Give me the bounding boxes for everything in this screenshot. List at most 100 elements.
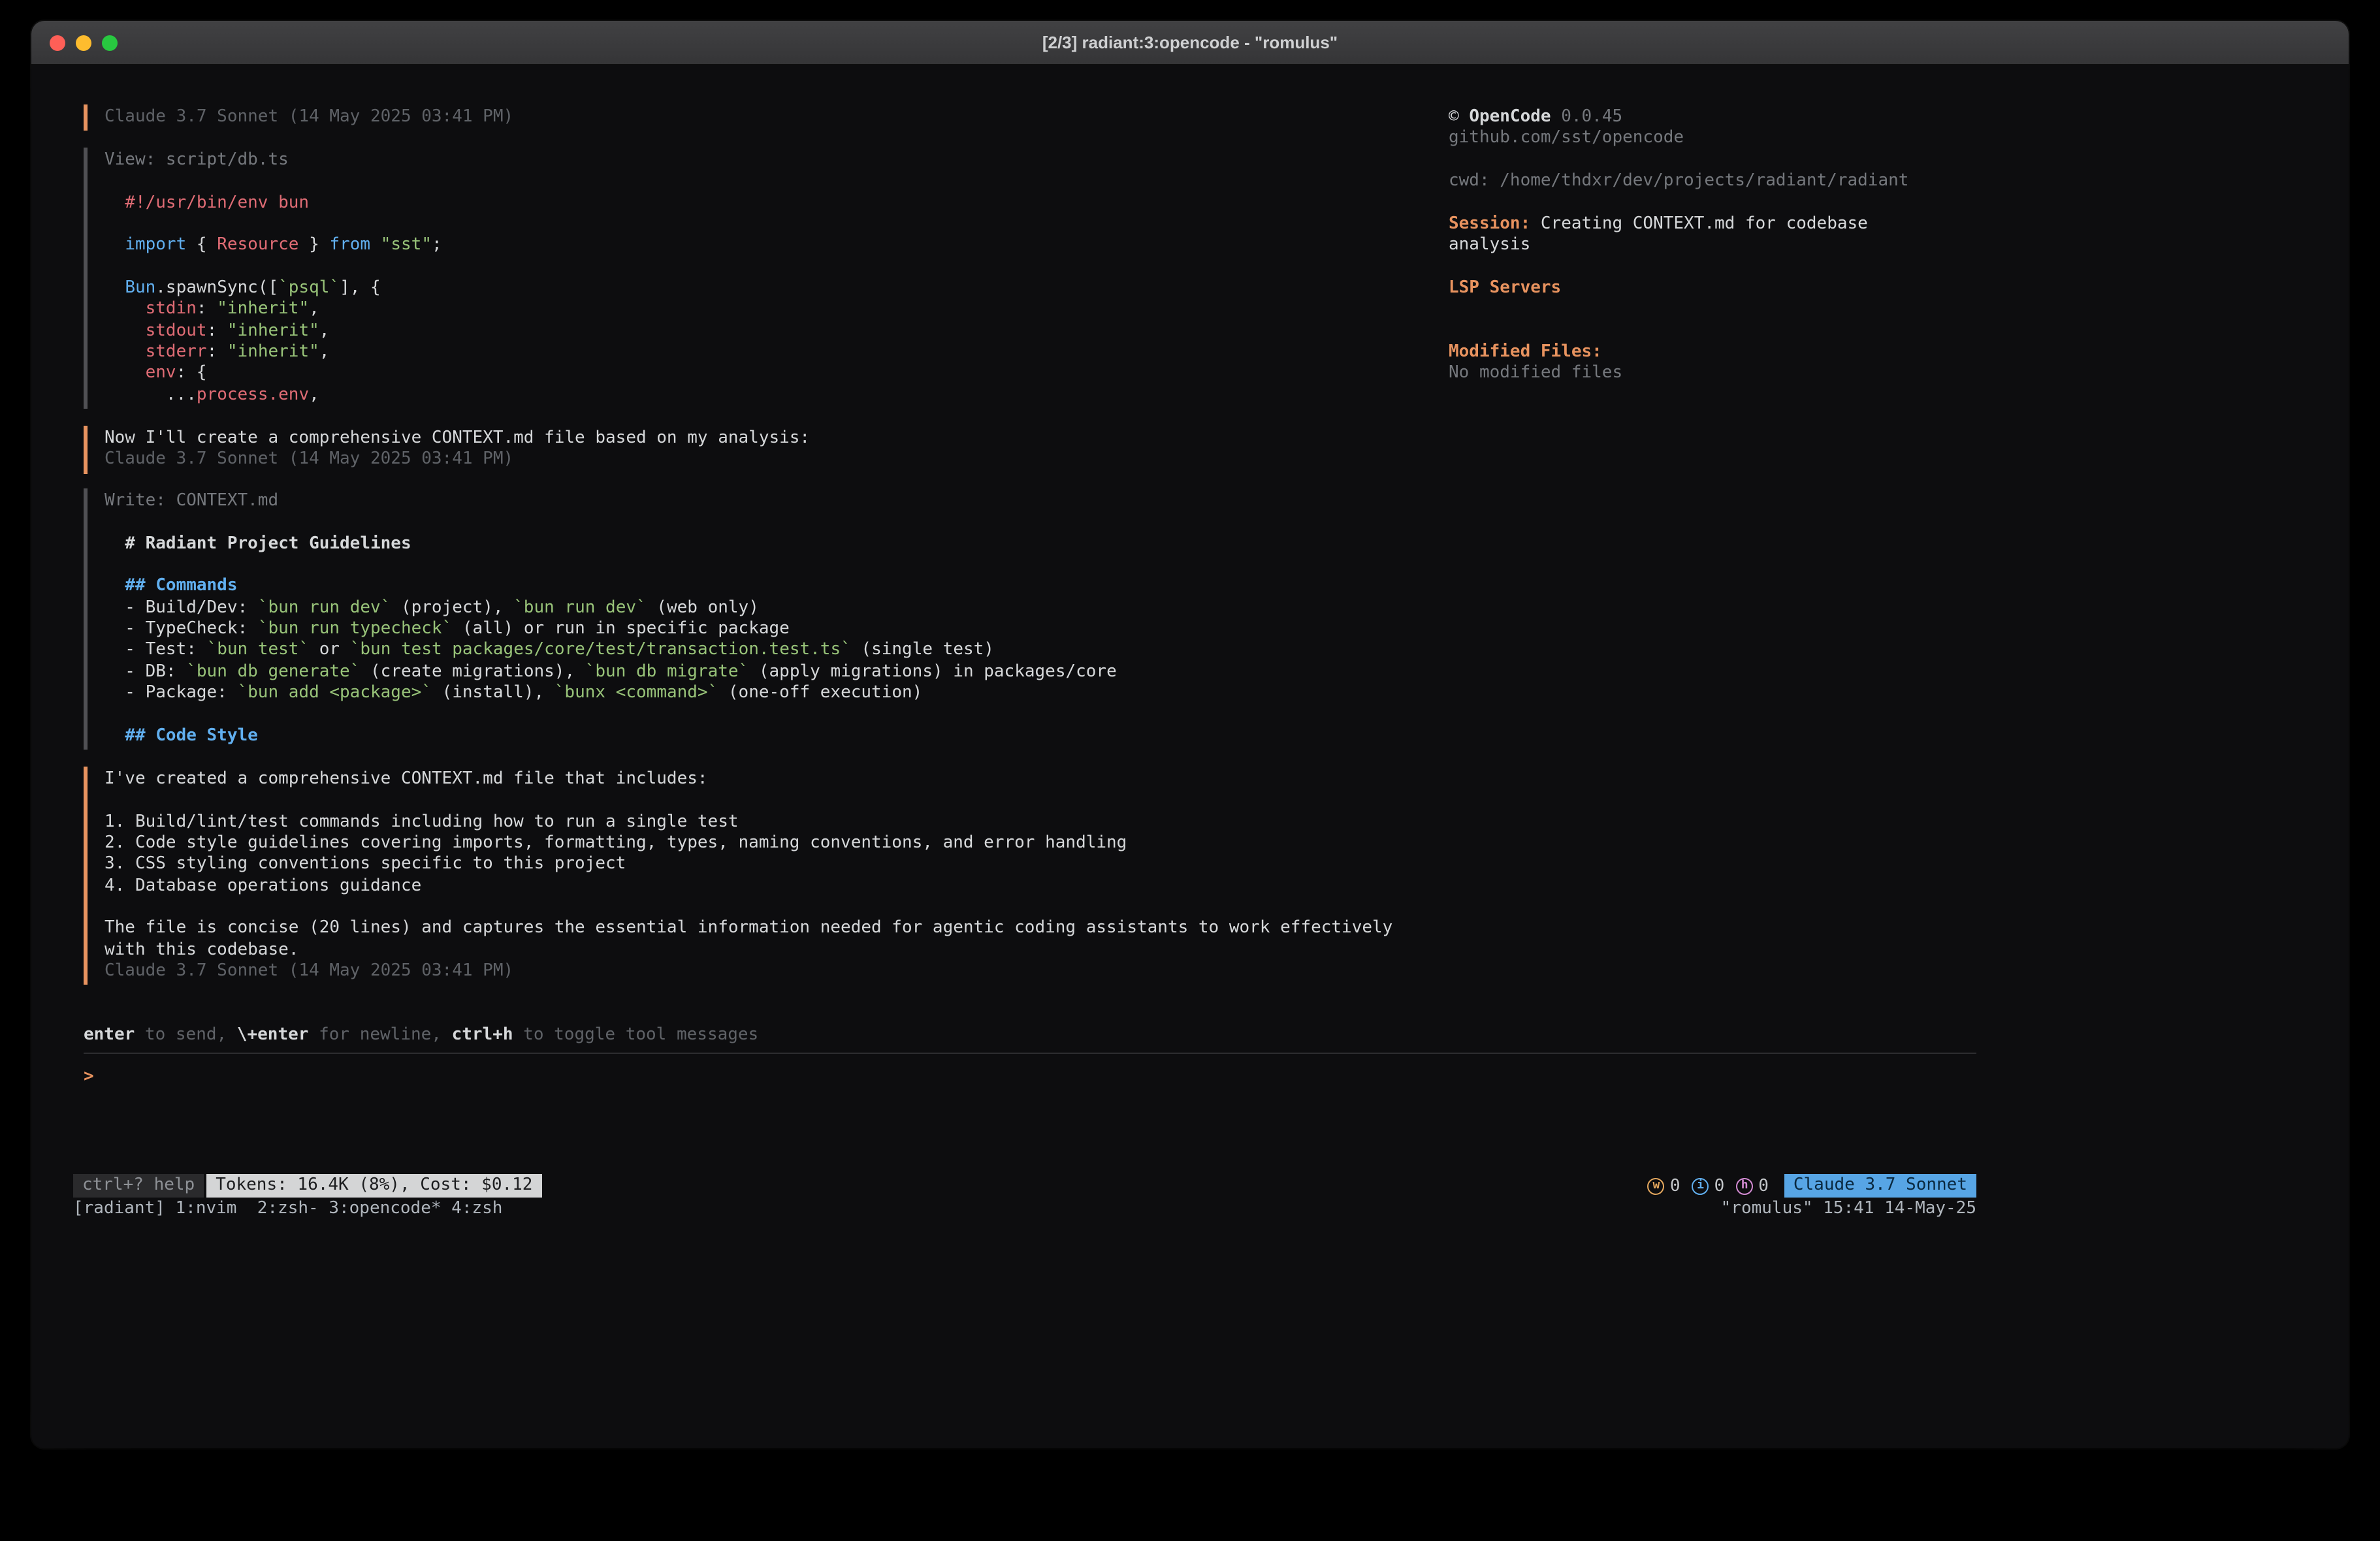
text-line: I've created a comprehensive CONTEXT.md …	[105, 769, 1392, 791]
text-segment: No modified files	[1449, 363, 1622, 383]
text-segment: (one-off execution)	[718, 683, 922, 703]
text-line: ## Code Style	[105, 725, 1117, 747]
hints-count: 0	[1758, 1176, 1769, 1196]
help-line: enter to send, \+enter for newline, ctrl…	[84, 1025, 758, 1047]
text-line: - Build/Dev: `bun run dev` (project), `b…	[105, 597, 1117, 619]
text-line: #!/usr/bin/env bun	[105, 193, 442, 214]
tmux-status-bar: [radiant] 1:nvim 2:zsh- 3:opencode* 4:zs…	[73, 1199, 1976, 1218]
text-line: env: {	[105, 364, 442, 385]
text-segment: : {	[176, 364, 207, 383]
text-line: analysis	[1449, 235, 1908, 257]
text-segment: Resource	[217, 236, 298, 255]
text-line: 3. CSS styling conventions specific to t…	[105, 855, 1392, 876]
text-segment: or	[309, 641, 350, 660]
text-segment: Write: CONTEXT.md	[105, 491, 278, 511]
text-line	[1449, 321, 1908, 342]
text-segment: with this codebase.	[105, 940, 298, 959]
text-line: ## Commands	[105, 577, 1117, 598]
text-segment: "inherit"	[227, 342, 319, 362]
text-segment: #!/usr/bin/env bun	[105, 193, 309, 212]
text-segment: `bun db generate`	[186, 661, 360, 681]
text-line: # Radiant Project Guidelines	[105, 533, 1117, 555]
minimize-button[interactable]	[76, 35, 91, 50]
text-line: with this codebase.	[105, 940, 1392, 961]
text-segment: to toggle tool messages	[513, 1025, 759, 1045]
text-segment: Session:	[1449, 214, 1530, 233]
text-segment: stderr	[146, 342, 207, 362]
text-segment: "sst"	[381, 236, 432, 255]
text-segment: (create migrations),	[360, 661, 585, 681]
text-line: 2. Code style guidelines covering import…	[105, 833, 1392, 855]
text-segment: "inherit"	[217, 300, 309, 319]
text-line	[105, 214, 442, 236]
text-line	[105, 513, 1117, 534]
text-segment: `bun add <package>`	[238, 683, 432, 703]
text-segment: ,	[309, 385, 319, 404]
close-button[interactable]	[50, 35, 65, 50]
text-line: Claude 3.7 Sonnet (14 May 2025 03:41 PM)	[105, 107, 513, 129]
text-line	[1449, 299, 1908, 321]
text-line: Claude 3.7 Sonnet (14 May 2025 03:41 PM)	[105, 450, 810, 471]
window-titlebar[interactable]: [2/3] radiant:3:opencode - "romulus"	[31, 21, 2349, 65]
text-segment: .spawnSync([	[155, 278, 278, 298]
text-segment: ## Code Style	[105, 725, 258, 745]
text-segment: (web only)	[647, 597, 759, 617]
text-segment: 0.0.45	[1551, 107, 1623, 127]
diagnostic-info: i0	[1692, 1176, 1725, 1196]
text-segment: - TypeCheck:	[105, 619, 258, 639]
text-segment: `psql`	[278, 278, 340, 298]
text-segment: 1. Build/lint/test commands including ho…	[105, 812, 739, 831]
text-segment: to send,	[135, 1025, 237, 1045]
text-line: enter to send, \+enter for newline, ctrl…	[84, 1025, 758, 1047]
hints-icon: h	[1736, 1177, 1753, 1194]
tool-view-db-script: View: script/db.ts #!/usr/bin/env bun im…	[84, 148, 442, 409]
text-segment: "inherit"	[227, 321, 319, 340]
text-line: The file is concise (20 lines) and captu…	[105, 919, 1392, 940]
text-segment	[105, 364, 146, 383]
prompt-input[interactable]: >	[84, 1067, 94, 1088]
diagnostic-warnings: w0	[1648, 1176, 1680, 1196]
warnings-count: 0	[1670, 1176, 1680, 1196]
text-line: stdout: "inherit",	[105, 321, 442, 342]
tmux-session-info: "romulus" 15:41 14-May-25	[1721, 1199, 1976, 1218]
text-line	[105, 555, 1117, 577]
text-line: LSP Servers	[1449, 278, 1908, 299]
model-badge: Claude 3.7 Sonnet	[1784, 1174, 1976, 1198]
tmux-window-list[interactable]: [radiant] 1:nvim 2:zsh- 3:opencode* 4:zs…	[73, 1199, 502, 1218]
text-segment: stdin	[146, 300, 197, 319]
text-segment: ;	[432, 236, 442, 255]
status-bar: ctrl+? help Tokens: 16.4K (8%), Cost: $0…	[73, 1174, 1976, 1198]
text-segment: Creating CONTEXT.md for codebase	[1530, 214, 1868, 233]
window-controls	[50, 21, 118, 64]
text-segment: LSP Servers	[1449, 278, 1561, 297]
terminal-window: [2/3] radiant:3:opencode - "romulus" Cla…	[31, 21, 2349, 1448]
text-segment: Modified Files:	[1449, 342, 1602, 361]
text-segment: \+enter	[237, 1025, 309, 1045]
text-line	[1449, 150, 1908, 171]
text-segment: Claude 3.7 Sonnet (14 May 2025 03:41 PM)	[105, 107, 513, 127]
text-segment: {	[186, 236, 217, 255]
text-line: - DB: `bun db generate` (create migratio…	[105, 661, 1117, 683]
text-segment: analysis	[1449, 235, 1530, 255]
text-segment: Claude 3.7 Sonnet (14 May 2025 03:41 PM)	[105, 450, 513, 469]
text-segment: ,	[319, 342, 330, 362]
prompt-symbol: >	[84, 1067, 94, 1087]
text-segment: process.env	[197, 385, 309, 404]
diagnostic-indicators: w0i0h0	[1648, 1176, 1769, 1196]
text-line: View: script/db.ts	[105, 150, 442, 172]
text-segment: (install),	[432, 683, 555, 703]
text-segment	[105, 278, 125, 298]
text-segment: env	[146, 364, 176, 383]
text-line: Now I'll create a comprehensive CONTEXT.…	[105, 428, 810, 450]
text-line	[1449, 193, 1908, 214]
text-segment: `bun run dev`	[513, 597, 647, 617]
text-line	[105, 791, 1392, 812]
tokens-cost-badge: Tokens: 16.4K (8%), Cost: $0.12	[206, 1174, 541, 1198]
text-segment: - Build/Dev:	[105, 597, 258, 617]
text-line: - TypeCheck: `bun run typecheck` (all) o…	[105, 619, 1117, 641]
terminal-content: Claude 3.7 Sonnet (14 May 2025 03:41 PM)…	[31, 21, 2349, 1448]
info-count: 0	[1714, 1176, 1725, 1196]
text-segment: cwd: /home/thdxr/dev/projects/radiant/ra…	[1449, 171, 1908, 191]
text-line: Modified Files:	[1449, 342, 1908, 363]
zoom-button[interactable]	[102, 35, 118, 50]
